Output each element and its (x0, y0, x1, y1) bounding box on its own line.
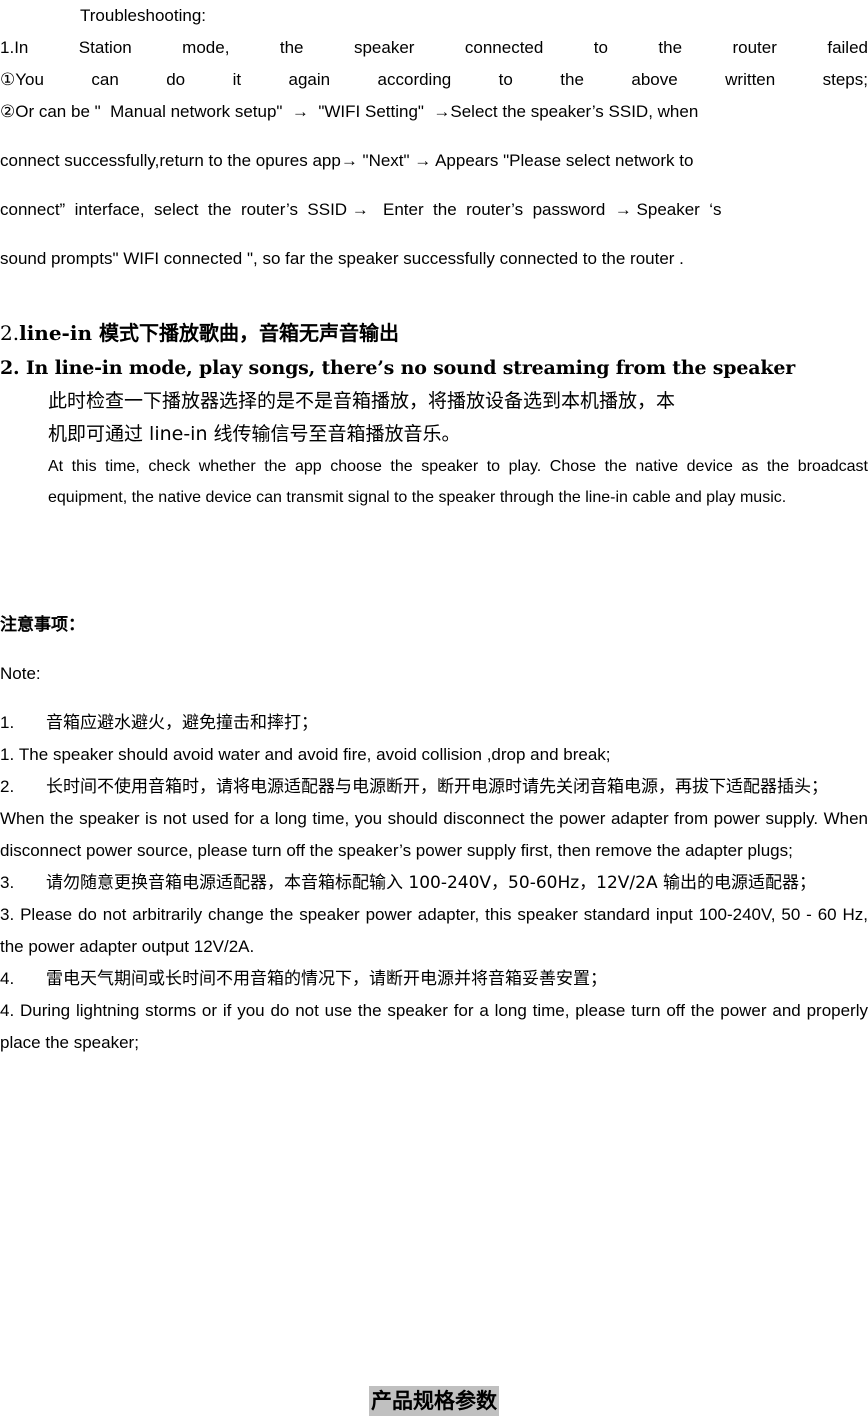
note-item-4-cn: 4. 雷电天气期间或长时间不用音箱的情况下，请断开电源并将音箱妥善安置； (0, 963, 868, 995)
section-2-body-cn-line2: 机即可通过 line-in 线传输信号至音箱播放音乐。 (48, 423, 461, 445)
note-item-3-en-text: Please do not arbitrarily change the spe… (0, 905, 868, 956)
note-marker-1: 1. (0, 713, 15, 732)
note-item-3-cn: 3. 请勿随意更换音箱电源适配器，本音箱标配输入 100-240V，50-60H… (0, 867, 868, 899)
footer-heading-wrap: 产品规格参数 (0, 1386, 868, 1416)
footer-heading-highlighted: 产品规格参数 (369, 1386, 499, 1416)
note-item-1-cn: 1. 音箱应避水避火，避免撞击和摔打； (0, 707, 868, 739)
note-item-2-cn: 2. 长时间不使用音箱时，请将电源适配器与电源断开，断开电源时请先关闭音箱电源，… (0, 771, 868, 803)
troubleshooting-heading: Troubleshooting: (80, 6, 207, 25)
note-item-3-en: 3. Please do not arbitrarily change the … (0, 899, 868, 963)
section-2-title-cn: 2.line-in 模式下播放歌曲，音箱无声音输出 (0, 316, 868, 351)
note-item-3-cn-text: 请勿随意更换音箱电源适配器，本音箱标配输入 100-240V，50-60Hz，1… (46, 873, 817, 893)
troubleshooting-substep-2-line1-row: ② Or can be " Manual network setup" → "W… (0, 96, 868, 128)
note-marker-4: 4. (0, 969, 15, 988)
notes-heading-cn: 注意事项： (0, 615, 85, 635)
note-item-1-en-text: The speaker should avoid water and avoid… (18, 745, 611, 764)
section-2: 2.line-in 模式下播放歌曲，音箱无声音输出 2. In line-in … (0, 316, 868, 513)
troubleshooting-substep-2: ② Or can be " Manual network setup" → "W… (0, 96, 868, 275)
note-marker-3: 3. (0, 873, 15, 892)
troubleshooting-substep-2-line2: connect successfully,return to the opure… (0, 151, 694, 170)
note-item-4-cn-text: 雷电天气期间或长时间不用音箱的情况下，请断开电源并将音箱妥善安置； (46, 969, 607, 989)
troubleshooting-substep-1: ① You can do it again according to the a… (0, 64, 868, 96)
notes-section: 注意事项： Note: 1. 音箱应避水避火，避免撞击和摔打； 1. The s… (0, 609, 868, 1059)
troubleshooting-substep-1-text: You can do it again according to the abo… (15, 70, 868, 89)
troubleshooting-substep-2-line4: sound prompts" WIFI connected ", so far … (0, 249, 684, 268)
list-marker-1: 1. (0, 38, 15, 57)
circled-number-1-icon: ① (0, 70, 16, 90)
section-2-title-en: 2. In line-in mode, play songs, there’s … (0, 357, 796, 379)
note-item-1-en: 1. The speaker should avoid water and av… (0, 739, 868, 771)
circled-number-2-icon: ② (0, 102, 16, 122)
note-item-4-en: 4. During lightning storms or if you do … (0, 995, 868, 1059)
troubleshooting-substep-2-line1: Or can be " Manual network setup" → "WIF… (15, 102, 699, 121)
note-en-marker-3: 3. (0, 905, 15, 924)
section-2-body-en: At this time, check whether the app choo… (48, 458, 868, 506)
troubleshooting-section: Troubleshooting: 1. In Station mode, the… (0, 0, 868, 275)
manual-page: Troubleshooting: 1. In Station mode, the… (0, 0, 868, 1416)
note-en-marker-4: 4. (0, 1001, 15, 1020)
note-item-4-en-text: During lightning storms or if you do not… (0, 1001, 868, 1052)
troubleshooting-item-1: 1. In Station mode, the speaker connecte… (0, 32, 868, 64)
troubleshooting-item-1-text: In Station mode, the speaker connected t… (14, 38, 868, 57)
section-2-title-cn-text: line-in 模式下播放歌曲，音箱无声音输出 (19, 321, 399, 345)
notes-heading-en: Note: (0, 664, 41, 683)
note-marker-2: 2. (0, 777, 15, 796)
section-2-body-cn-line1: 此时检查一下播放器选择的是不是音箱播放，将播放设备选到本机播放，本 (48, 390, 676, 412)
spacer-after-troubleshooting (0, 292, 868, 316)
note-item-2-cn-text: 长时间不使用音箱时，请将电源适配器与电源断开，断开电源时请先关闭音箱电源，再拔下… (46, 777, 828, 797)
note-item-1-cn-text: 音箱应避水避火，避免撞击和摔打； (46, 713, 318, 733)
troubleshooting-substep-2-line3: connect” interface, select the router’s … (0, 200, 722, 219)
note-item-2-en: When the speaker is not used for a long … (0, 809, 868, 860)
section-2-marker: 2. (0, 321, 20, 345)
spacer-before-notes (0, 513, 868, 609)
note-en-marker-1: 1. (0, 745, 15, 764)
